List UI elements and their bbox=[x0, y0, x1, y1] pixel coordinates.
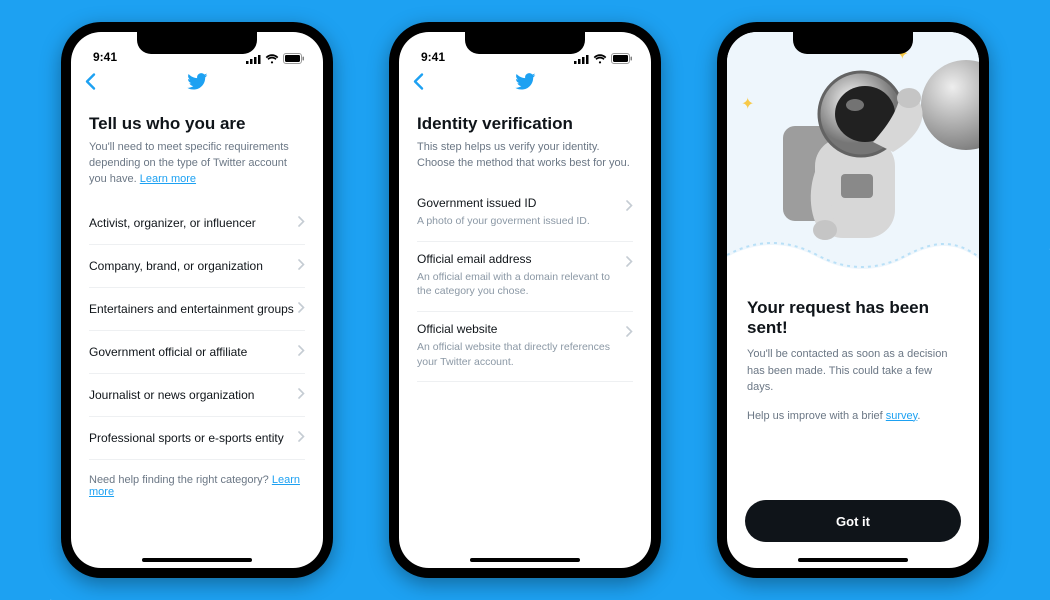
nav-bar bbox=[399, 66, 651, 102]
wave-divider bbox=[727, 237, 979, 278]
chevron-right-icon bbox=[626, 324, 633, 342]
cellular-signal-icon bbox=[246, 54, 261, 64]
cellular-signal-icon bbox=[574, 54, 589, 64]
device-notch bbox=[465, 32, 585, 54]
chevron-right-icon bbox=[298, 386, 305, 404]
wifi-icon bbox=[265, 54, 279, 64]
chevron-right-icon bbox=[298, 214, 305, 232]
device-notch bbox=[137, 32, 257, 54]
got-it-button[interactable]: Got it bbox=[745, 500, 961, 542]
chevron-right-icon bbox=[298, 429, 305, 447]
back-button[interactable] bbox=[85, 73, 96, 96]
survey-prompt: Help us improve with a brief survey. bbox=[747, 410, 959, 422]
category-help-text: Need help finding the right category? Le… bbox=[89, 460, 305, 498]
twitter-logo-icon bbox=[186, 73, 208, 96]
method-row-gov-id[interactable]: Government issued ID A photo of your gov… bbox=[417, 186, 633, 242]
method-row-website[interactable]: Official website An official website tha… bbox=[417, 312, 633, 382]
category-row-government[interactable]: Government official or affiliate bbox=[89, 331, 305, 374]
category-row-entertainers[interactable]: Entertainers and entertainment groups bbox=[89, 288, 305, 331]
astronaut-graphic bbox=[753, 56, 953, 266]
hero-illustration: ✦ ✦ bbox=[727, 32, 979, 278]
confirmation-title: Your request has been sent! bbox=[747, 298, 959, 338]
chevron-right-icon bbox=[298, 343, 305, 361]
page-subtitle: You'll need to meet specific requirement… bbox=[89, 140, 305, 188]
category-row-activist[interactable]: Activist, organizer, or influencer bbox=[89, 202, 305, 245]
chevron-right-icon bbox=[298, 300, 305, 318]
device-notch bbox=[793, 32, 913, 54]
status-time: 9:41 bbox=[421, 50, 445, 64]
category-row-sports[interactable]: Professional sports or e-sports entity bbox=[89, 417, 305, 460]
category-row-company[interactable]: Company, brand, or organization bbox=[89, 245, 305, 288]
home-indicator[interactable] bbox=[470, 558, 580, 562]
page-title: Identity verification bbox=[417, 114, 633, 134]
method-list: Government issued ID A photo of your gov… bbox=[417, 186, 633, 382]
phone-mockup-3: ✦ ✦ bbox=[717, 22, 989, 578]
chevron-right-icon bbox=[626, 254, 633, 272]
nav-bar bbox=[71, 66, 323, 102]
method-row-email[interactable]: Official email address An official email… bbox=[417, 242, 633, 312]
home-indicator[interactable] bbox=[798, 558, 908, 562]
chevron-right-icon bbox=[298, 257, 305, 275]
category-list: Activist, organizer, or influencer Compa… bbox=[89, 202, 305, 460]
page-subtitle: This step helps us verify your identity.… bbox=[417, 140, 633, 172]
survey-link[interactable]: survey bbox=[886, 410, 918, 422]
chevron-right-icon bbox=[626, 198, 633, 216]
wifi-icon bbox=[593, 54, 607, 64]
learn-more-link[interactable]: Learn more bbox=[140, 173, 196, 185]
category-row-journalist[interactable]: Journalist or news organization bbox=[89, 374, 305, 417]
phone-mockup-2: 9:41 Identity verification bbox=[389, 22, 661, 578]
phone-mockup-1: 9:41 Tell us who you are bbox=[61, 22, 333, 578]
back-button[interactable] bbox=[413, 73, 424, 96]
twitter-logo-icon bbox=[514, 73, 536, 96]
status-time: 9:41 bbox=[93, 50, 117, 64]
battery-icon bbox=[611, 53, 633, 64]
page-title: Tell us who you are bbox=[89, 114, 305, 134]
battery-icon bbox=[283, 53, 305, 64]
home-indicator[interactable] bbox=[142, 558, 252, 562]
confirmation-subtitle: You'll be contacted as soon as a decisio… bbox=[747, 346, 959, 396]
